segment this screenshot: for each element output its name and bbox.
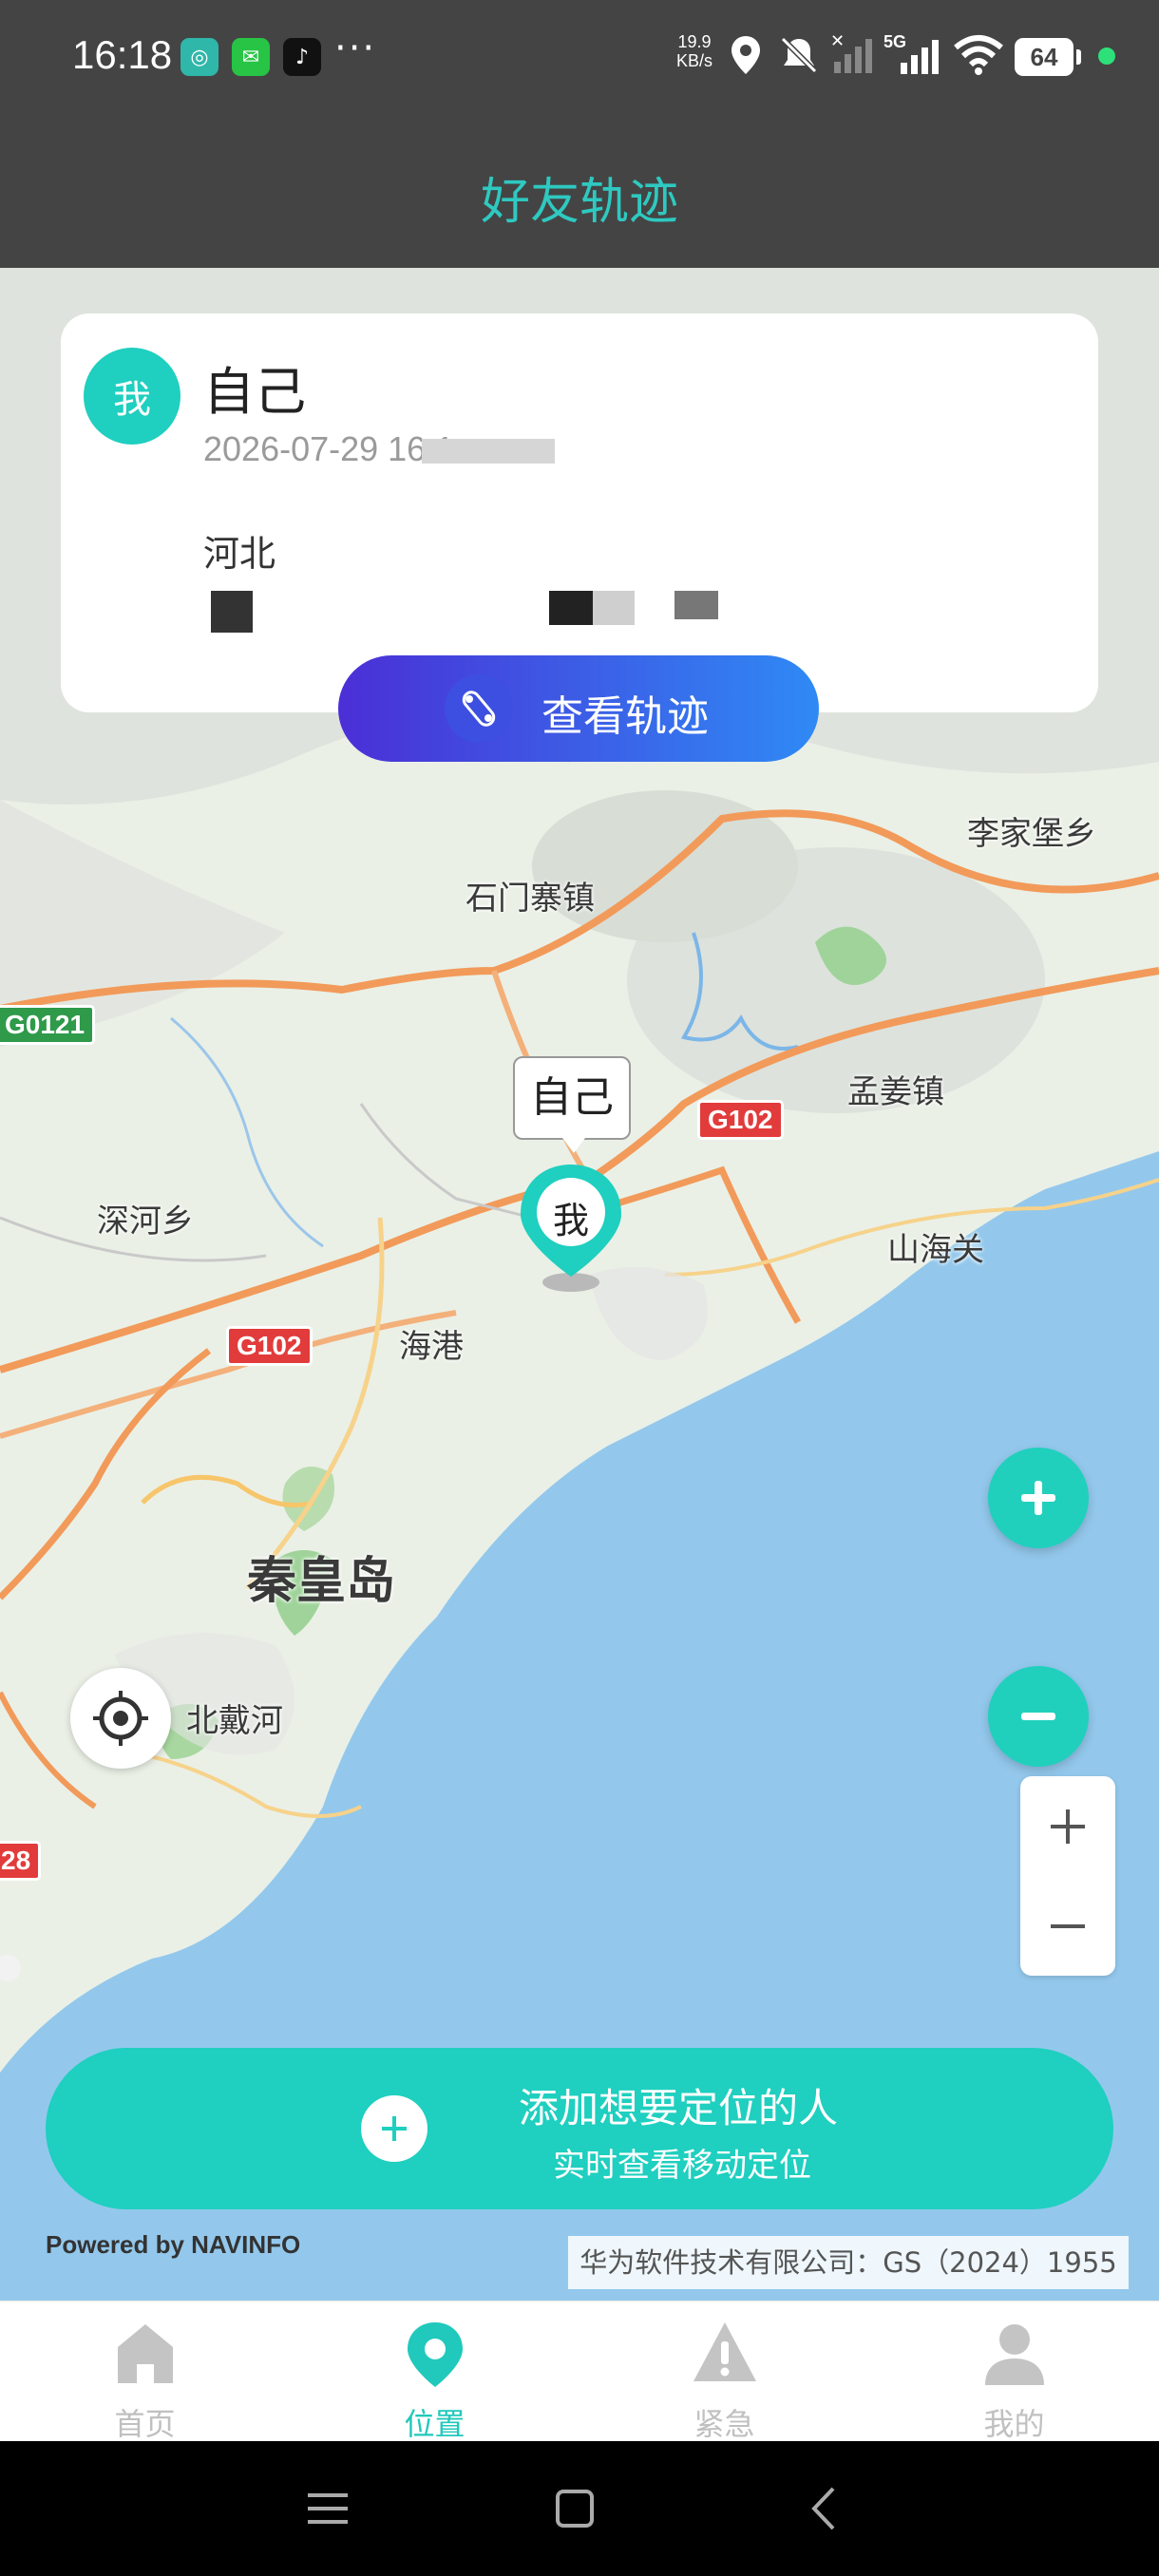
map-zoom-out-button[interactable] — [1020, 1876, 1115, 1976]
status-bar: 16:18 ◎ ✉ ♪ ··· 19.9 KB/s ✕ 5G 64 — [0, 0, 1159, 114]
highway-shield-edge: 28 — [0, 1841, 42, 1881]
zoom-out-button[interactable] — [988, 1666, 1089, 1767]
add-person-button[interactable]: 添加想要定位的人 实时查看移动定位 — [46, 2048, 1113, 2209]
location-status-icon — [730, 32, 762, 78]
marker-avatar-text: 我 — [552, 1200, 589, 1241]
minus-icon — [1021, 1713, 1055, 1720]
view-track-button[interactable]: 查看轨迹 — [338, 655, 819, 762]
locate-crosshair-icon — [93, 1691, 148, 1746]
battery-indicator: 64 — [1015, 38, 1081, 76]
signal-sim1-icon: ✕ — [830, 32, 878, 78]
bottom-navigation: 首页 位置 紧急 我的 — [0, 2301, 1159, 2442]
redaction-block — [549, 591, 593, 625]
tiktok-icon: ♪ — [283, 38, 321, 76]
add-person-subtitle: 实时查看移动定位 — [553, 2147, 811, 2185]
location-pin-icon — [408, 2322, 463, 2387]
system-navigation-bar — [0, 2441, 1159, 2576]
location-time: 2026-07-29 16:1 — [203, 429, 455, 468]
network-type-text: 5G — [884, 32, 906, 51]
page-title: 好友轨迹 — [480, 174, 678, 231]
top-bar: 16:18 ◎ ✉ ♪ ··· 19.9 KB/s ✕ 5G 64 好友轨迹 — [0, 0, 1159, 268]
person-icon — [985, 2324, 1044, 2385]
app-notification-icon: ◎ — [180, 38, 218, 76]
redaction-block — [422, 439, 555, 464]
map-zoom-in-button[interactable] — [1020, 1776, 1115, 1876]
more-notifications-icon: ··· — [334, 27, 377, 70]
wifi-icon — [954, 32, 1003, 78]
redaction-block — [674, 591, 718, 619]
map-label-haigang: 海港 — [399, 1328, 464, 1366]
nav-item-mine[interactable]: 我的 — [869, 2301, 1159, 2442]
svg-text:✕: ✕ — [830, 33, 845, 51]
avatar: 我 — [84, 348, 180, 445]
mute-icon — [777, 32, 821, 78]
nav-item-emergency[interactable]: 紧急 — [580, 2301, 869, 2442]
plus-icon — [1021, 1481, 1055, 1515]
zoom-in-button[interactable] — [988, 1448, 1089, 1548]
speed-unit: KB/s — [676, 51, 713, 70]
track-route-icon — [445, 674, 513, 743]
home-icon — [118, 2324, 173, 2383]
signal-5g-icon: 5G — [884, 32, 944, 78]
view-track-label: 查看轨迹 — [542, 692, 709, 741]
map-label-beidaihe: 北戴河 — [186, 1702, 283, 1740]
redaction-block — [211, 591, 253, 633]
map-label-qinhuangdao: 秦皇岛 — [247, 1553, 396, 1610]
nav-item-location[interactable]: 位置 — [290, 2301, 580, 2442]
map-label-shimenzhai: 石门寨镇 — [466, 880, 595, 918]
menu-icon[interactable] — [294, 2475, 361, 2542]
warning-icon — [694, 2322, 756, 2381]
map-attribution: Powered by NAVINFO — [46, 2230, 301, 2259]
marker-callout[interactable]: 自己 — [513, 1056, 631, 1153]
friend-name: 自己 — [203, 362, 306, 422]
highway-shield-g102: G102 — [226, 1326, 313, 1366]
privacy-dot — [1098, 47, 1115, 65]
map-zoom-control — [1020, 1776, 1115, 1976]
map-label-shenhe: 深河乡 — [97, 1203, 194, 1241]
map-label-shanhaiguan: 山海关 — [887, 1231, 984, 1269]
home-button-icon[interactable] — [542, 2475, 608, 2542]
plus-icon — [1051, 1809, 1085, 1844]
highway-shield-g102: G102 — [697, 1100, 784, 1140]
nav-label-mine: 我的 — [983, 2406, 1045, 2442]
location-address: 河北 — [203, 533, 276, 575]
add-icon — [361, 2095, 428, 2162]
wechat-icon: ✉ — [232, 38, 270, 76]
redaction-block — [593, 591, 635, 625]
network-speed: 19.9 KB/s — [676, 32, 712, 70]
map-label-lijiabao: 李家堡乡 — [967, 815, 1096, 853]
status-time: 16:18 — [72, 32, 173, 77]
nav-label-home: 首页 — [114, 2406, 176, 2442]
minus-icon — [1051, 1923, 1085, 1928]
map-label-mengjiang: 孟姜镇 — [847, 1073, 944, 1111]
add-person-title: 添加想要定位的人 — [519, 2085, 839, 2131]
nav-label-location: 位置 — [404, 2406, 466, 2442]
back-icon[interactable] — [790, 2475, 857, 2542]
map-copyright: 华为软件技术有限公司：GS（2024）1955号 — [568, 2236, 1129, 2332]
my-location-button[interactable] — [70, 1668, 171, 1769]
highway-shield-g0121: G0121 — [0, 1005, 96, 1045]
nav-label-emergency: 紧急 — [694, 2406, 755, 2442]
nav-item-home[interactable]: 首页 — [0, 2301, 290, 2442]
speed-value: 19.9 — [677, 32, 712, 51]
